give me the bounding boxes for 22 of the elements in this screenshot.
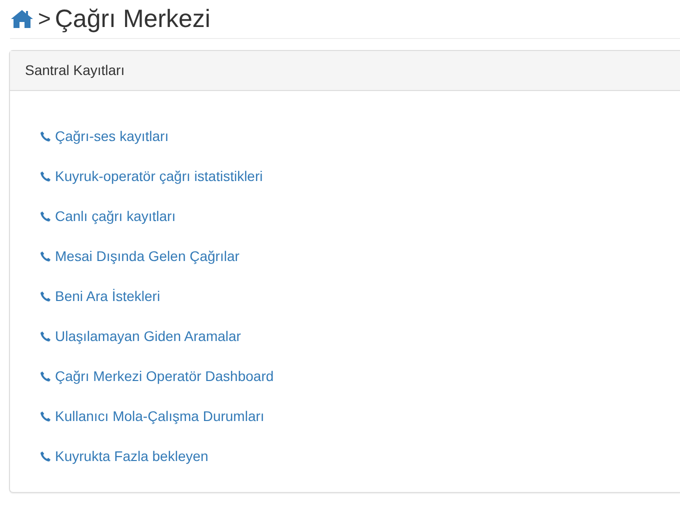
phone-icon bbox=[40, 370, 51, 382]
menu-link[interactable]: Ulaşılamayan Giden Aramalar bbox=[40, 316, 241, 356]
menu-link[interactable]: Çağrı Merkezi Operatör Dashboard bbox=[40, 356, 274, 396]
phone-icon bbox=[40, 250, 51, 262]
phone-icon bbox=[40, 410, 51, 422]
phone-icon bbox=[40, 170, 51, 182]
menu-link[interactable]: Canlı çağrı kayıtları bbox=[40, 196, 176, 236]
menu-link[interactable]: Kullanıcı Mola-Çalışma Durumları bbox=[40, 396, 264, 436]
phone-icon bbox=[40, 330, 51, 342]
page-title: Çağrı Merkezi bbox=[54, 6, 210, 32]
menu-link[interactable]: Kuyruk-operatör çağrı istatistikleri bbox=[40, 156, 263, 196]
phone-icon bbox=[40, 290, 51, 302]
menu-link[interactable]: Beni Ara İstekleri bbox=[40, 276, 160, 316]
breadcrumb-separator: > bbox=[38, 8, 51, 30]
phone-icon bbox=[40, 130, 51, 142]
menu-link[interactable]: Çağrı-ses kayıtları bbox=[40, 116, 169, 156]
home-icon[interactable] bbox=[10, 9, 34, 29]
panel-title: Santral Kayıtları bbox=[25, 61, 125, 80]
phone-icon bbox=[40, 450, 51, 462]
phone-icon bbox=[40, 210, 51, 222]
menu-link[interactable]: Kuyrukta Fazla bekleyen bbox=[40, 436, 208, 476]
menu-link[interactable]: Mesai Dışında Gelen Çağrılar bbox=[40, 236, 240, 276]
